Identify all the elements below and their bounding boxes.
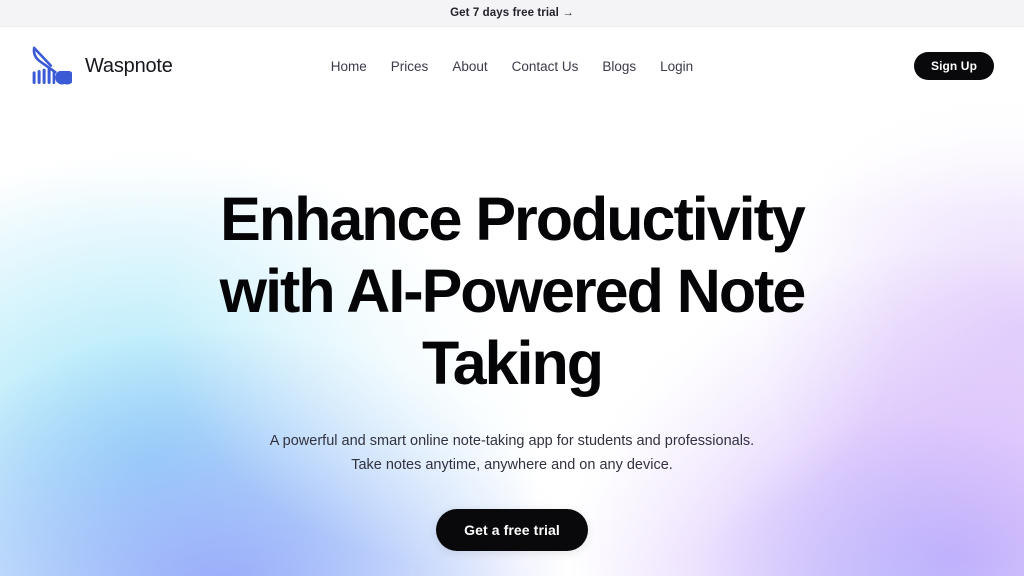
header-actions: Sign Up — [913, 52, 994, 80]
site-header: Waspnote Home Prices About Contact Us Bl… — [0, 27, 1024, 105]
hero-title-line-2: with AI-Powered Note — [219, 257, 807, 325]
announcement-text[interactable]: Get 7 days free trial → — [450, 7, 574, 19]
hero-subtitle-line-2: Take notes anytime, anywhere and on any … — [351, 457, 673, 473]
brand-logo[interactable]: Waspnote — [30, 44, 173, 88]
get-free-trial-button[interactable]: Get a free trial — [436, 509, 588, 551]
nav-item-prices[interactable]: Prices — [391, 59, 429, 74]
landing-page: Get 7 days free trial → Waspnote Home Pr… — [0, 0, 1024, 576]
hero-subtitle-line-1: A powerful and smart online note-taking … — [269, 433, 755, 449]
nav-item-login[interactable]: Login — [660, 59, 693, 74]
nav-item-contact-us[interactable]: Contact Us — [512, 59, 579, 74]
waspnote-logo-icon — [30, 44, 72, 88]
nav-item-blogs[interactable]: Blogs — [602, 59, 636, 74]
nav-item-about[interactable]: About — [452, 59, 487, 74]
sign-up-button[interactable]: Sign Up — [913, 52, 994, 80]
hero-cta-wrapper: Get a free trial — [0, 509, 1024, 551]
hero-section: Enhance Productivity with AI-Powered Not… — [0, 105, 1024, 551]
hero-title-line-1: Enhance Productivity — [220, 185, 806, 253]
hero-title-line-3: Taking — [421, 329, 604, 397]
nav-item-home[interactable]: Home — [331, 59, 367, 74]
hero-title: Enhance Productivity with AI-Powered Not… — [162, 183, 862, 399]
brand-name: Waspnote — [85, 54, 173, 77]
hero-subtitle: A powerful and smart online note-taking … — [192, 429, 832, 477]
announcement-banner[interactable]: Get 7 days free trial → — [0, 0, 1024, 27]
